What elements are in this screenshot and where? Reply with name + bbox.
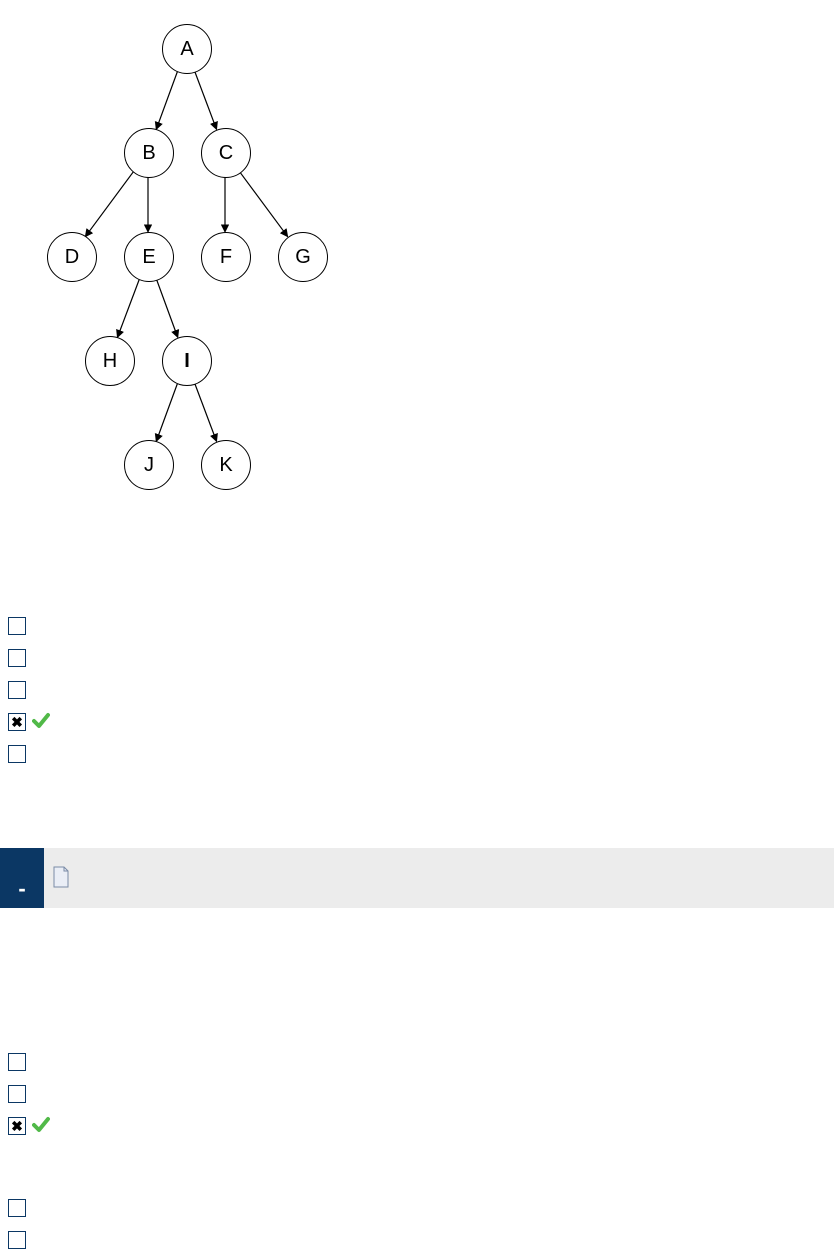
checkbox-icon (8, 681, 26, 699)
section-separator: - (0, 848, 834, 908)
checkbox-icon (8, 617, 26, 635)
tree-node-c: C (201, 128, 251, 178)
edge-e-i (156, 279, 178, 338)
answer-option[interactable] (8, 1050, 26, 1074)
edge-a-b (156, 71, 178, 130)
answer-option[interactable]: ✖ (8, 710, 50, 734)
answer-option[interactable] (8, 1196, 26, 1220)
answer-option[interactable] (8, 1082, 26, 1106)
tree-node-j: J (124, 440, 174, 490)
tree-node-b: B (124, 128, 174, 178)
separator-tab-label: - (18, 876, 25, 902)
tree-node-g: G (278, 232, 328, 282)
answer-option[interactable] (8, 742, 26, 766)
answer-option[interactable] (8, 646, 26, 670)
checkbox-icon (8, 649, 26, 667)
edge-i-j (156, 383, 178, 442)
checkbox-icon (8, 1231, 26, 1249)
tree-node-a: A (162, 24, 212, 74)
checkbox-icon (8, 1085, 26, 1103)
answer-option[interactable] (8, 678, 26, 702)
edge-e-h (117, 279, 139, 338)
correct-tick-icon (32, 1116, 50, 1137)
correct-tick-icon (32, 712, 50, 733)
edge-c-g (239, 171, 287, 236)
checkbox-icon (8, 1053, 26, 1071)
answer-option[interactable] (8, 614, 26, 638)
checkbox-icon (8, 745, 26, 763)
checkbox-checked-icon: ✖ (8, 713, 26, 731)
page-icon (52, 866, 70, 891)
tree-node-f: F (201, 232, 251, 282)
checkbox-checked-icon: ✖ (8, 1117, 26, 1135)
tree-node-e: E (124, 232, 174, 282)
tree-node-h: H (85, 336, 135, 386)
edge-b-d (85, 171, 133, 236)
tree-node-k: K (201, 440, 251, 490)
edge-i-k (194, 383, 216, 442)
edge-a-c (194, 71, 216, 130)
checkbox-icon (8, 1199, 26, 1217)
answer-option[interactable] (8, 1228, 26, 1252)
answer-option[interactable]: ✖ (8, 1114, 50, 1138)
separator-tab[interactable]: - (0, 848, 44, 908)
tree-node-i: I (162, 336, 212, 386)
tree-node-d: D (47, 232, 97, 282)
